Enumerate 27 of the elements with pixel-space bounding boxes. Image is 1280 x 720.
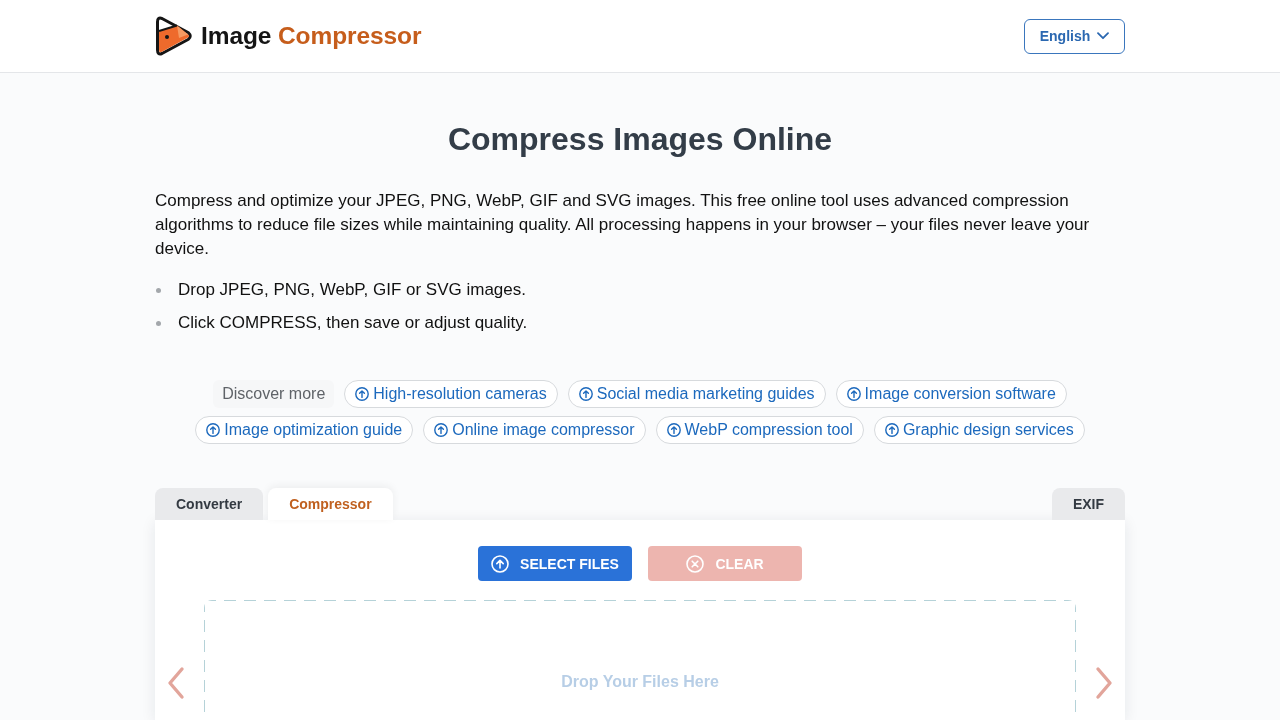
bullet-icon — [156, 287, 161, 293]
topic-link[interactable]: Image optimization guide — [195, 416, 414, 444]
chevron-left-icon[interactable] — [167, 666, 185, 700]
topic-link[interactable]: High-resolution cameras — [344, 380, 558, 408]
topic-link[interactable]: WebP compression tool — [655, 416, 864, 444]
topic-link[interactable]: Online image compressor — [423, 416, 646, 444]
page-title: Compress Images Online — [446, 120, 834, 158]
discover-label: Discover more — [213, 380, 335, 408]
language-select[interactable]: English — [1024, 18, 1125, 54]
bullet-icon — [156, 320, 161, 326]
step-text: Drop JPEG, PNG, WebP, GIF or SVG images. — [178, 279, 526, 301]
tab[interactable]: Converter — [155, 488, 264, 520]
topic-link[interactable]: Social media marketing guides — [567, 380, 826, 408]
step-text: Click COMPRESS, then save or adjust quality. — [178, 312, 528, 334]
select-files-button[interactable]: SELECT FILES — [478, 546, 632, 581]
topic-link[interactable]: Image conversion software — [835, 380, 1067, 408]
topic-link[interactable]: Graphic design services — [873, 416, 1085, 444]
tab[interactable]: Compressor — [268, 488, 393, 520]
drop-zone-text: Drop Your Files Here — [561, 673, 719, 692]
intro-text: Compress and optimize your JPEG, PNG, WebP, GIF and SVG images. This free online tool uses advanced compression algorithms to reduce file sizes while maintaining quality. All processing happens in your browser – your files never leave your device. — [155, 190, 1091, 260]
chevron-down-icon — [1097, 32, 1110, 40]
logo-icon — [155, 16, 193, 56]
upload-icon — [491, 554, 510, 573]
close-circle-icon — [686, 554, 705, 573]
logo-text[interactable]: Image Compressor — [201, 22, 422, 50]
tab[interactable]: EXIF — [1051, 488, 1125, 520]
chevron-right-icon[interactable] — [1095, 666, 1113, 700]
